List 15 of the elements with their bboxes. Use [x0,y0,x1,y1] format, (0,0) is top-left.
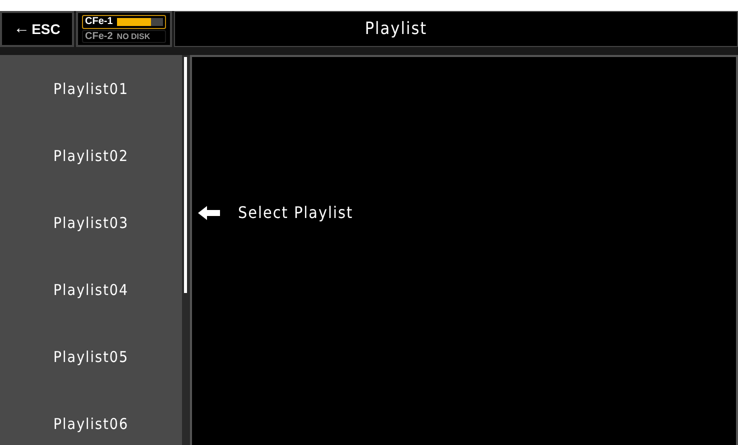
playlist-item[interactable]: Playlist04 [0,256,182,323]
scrollbar[interactable] [182,55,190,445]
hint-text: Select Playlist [238,203,354,222]
media-name: CFe-1 [85,16,113,28]
media-name: CFe-2 [85,30,113,42]
playlist-item[interactable]: Playlist03 [0,189,182,256]
playlist-item[interactable]: Playlist05 [0,323,182,390]
media-status: NO DISK [116,32,150,41]
screen-title: Playlist [364,19,428,39]
left-arrow-icon [198,206,220,220]
playlist-item[interactable]: Playlist01 [0,55,182,122]
esc-button[interactable]: ←ESC [0,11,74,47]
playlist-item[interactable]: Playlist06 [0,390,182,445]
playlist-item[interactable]: Playlist02 [0,122,182,189]
scroll-thumb[interactable] [184,57,187,293]
